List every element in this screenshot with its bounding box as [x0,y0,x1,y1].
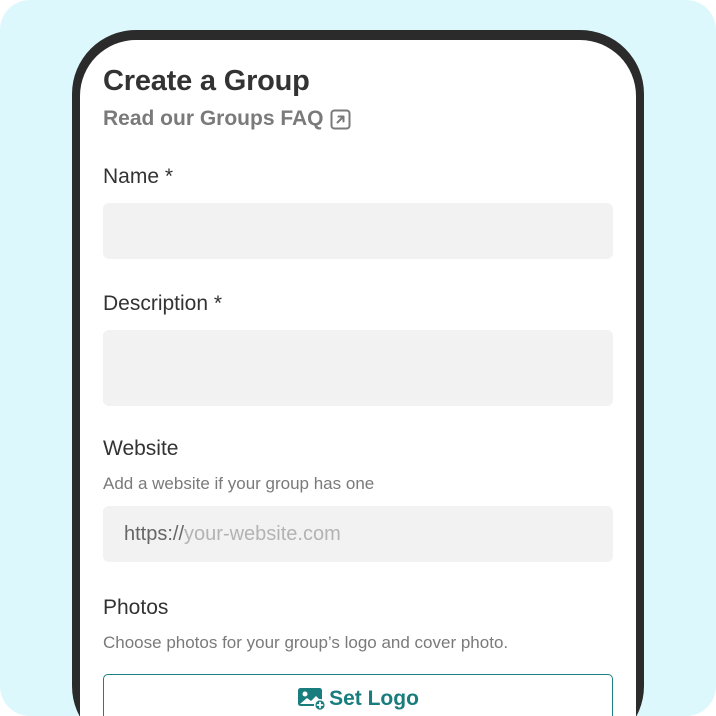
description-label: Description * [103,292,223,315]
create-group-form: Create a Group Read our Groups FAQ Name … [103,64,613,716]
groups-faq-link[interactable]: Read our Groups FAQ [103,105,613,133]
website-placeholder: your-website.com [184,522,341,545]
description-field[interactable] [103,330,613,406]
photos-label: Photos [103,596,169,619]
phone-screen: Create a Group Read our Groups FAQ Name … [80,40,636,716]
external-link-icon [330,109,351,130]
name-field[interactable] [103,203,613,259]
website-label: Website [103,437,179,460]
set-logo-label: Set Logo [329,687,419,710]
website-prefix: https:// [124,522,185,545]
page-title: Create a Group [103,65,310,97]
faq-link-label: Read our Groups FAQ [103,107,324,130]
website-help-text: Add a website if your group has one [103,474,375,493]
name-label: Name * [103,165,174,188]
set-logo-button[interactable]: Set Logo [103,674,613,716]
website-field[interactable]: https://your-website.com [103,506,613,562]
add-image-icon [297,686,327,712]
photos-help-text: Choose photos for your group’s logo and … [103,633,509,652]
